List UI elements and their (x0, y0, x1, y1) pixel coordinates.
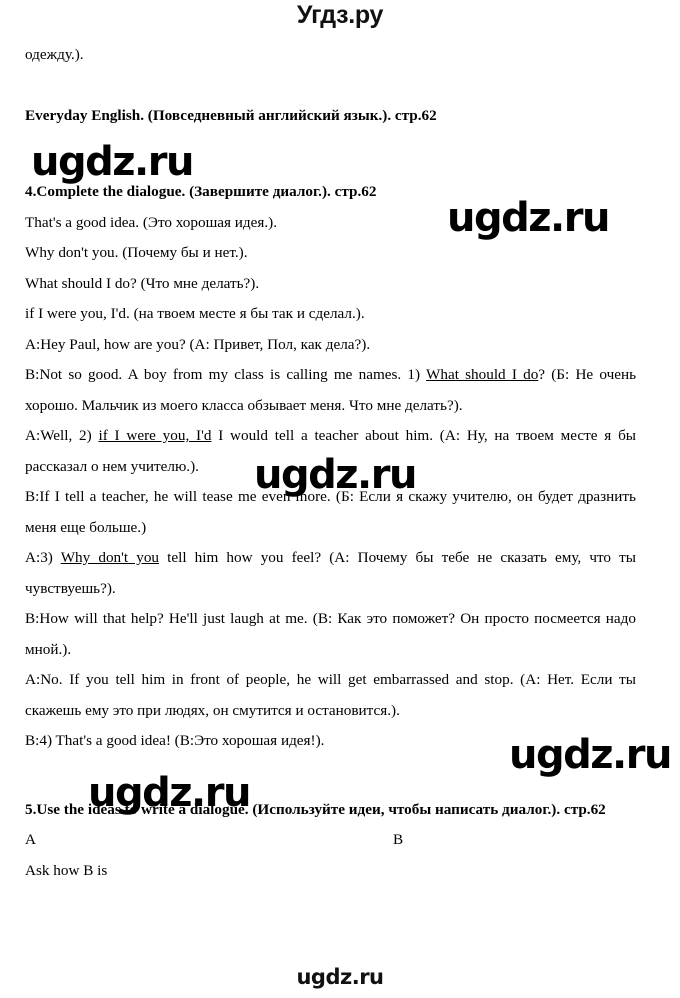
dialogue-text-before: Not so good. A boy from my class is call… (39, 366, 427, 383)
task-5-column-b-label: B (393, 831, 404, 848)
dialogue-answer: What should I do (426, 366, 539, 383)
dialogue-line: A:No. If you tell him in front of people… (25, 665, 636, 726)
task-4-heading: 4.Complete the dialogue. (Завершите диал… (25, 183, 377, 200)
dialogue-text-before: 3) (40, 549, 61, 566)
dialogue-line: B:How will that help? He'll just laugh a… (25, 604, 636, 665)
dialogue-speaker: A: (25, 549, 41, 566)
dialogue-text-before: If I tell a teacher, he will tease me ev… (25, 488, 636, 536)
site-footer-logo: ugdz.ru (296, 965, 384, 989)
dialogue-line: B:Not so good. A boy from my class is ca… (25, 360, 636, 421)
dialogue-speaker: B: (25, 610, 40, 627)
dialogue-text-before: Well, 2) (40, 427, 99, 444)
dialogue-speaker: A: (25, 427, 41, 444)
task-5-first-prompt: Ask how B is (25, 861, 108, 879)
dialogue-speaker: A: (25, 671, 41, 688)
dialogue-speaker: B: (25, 732, 40, 749)
document-body: одежду.). Everyday English. (Повседневны… (25, 40, 636, 886)
dialogue-line: B:4) That's a good idea! (B:Это хорошая … (25, 726, 636, 757)
dialogue-speaker: A: (25, 335, 41, 353)
dialogue-text-before: 4) That's a good idea! (B:Это хорошая ид… (39, 732, 325, 749)
section-heading-everyday-english: Everyday English. (Повседневный английск… (25, 106, 437, 124)
page-canvas: Угдз.ру одежду.). Everyday English. (Пов… (0, 0, 680, 998)
task-4-wordbank-item-4: if I were you, I'd. (на твоем месте я бы… (25, 305, 365, 322)
task-4-wordbank-item-2: Why don't you. (Почему бы и нет.). (25, 244, 248, 261)
task-4-wordbank-item-1: That's a good idea. (Это хорошая идея.). (25, 213, 278, 231)
dialogue-answer: Why don't you (60, 549, 160, 566)
dialogue-line: A:Hey Paul, how are you? (A: Привет, Пол… (25, 330, 636, 361)
task-5-heading: 5.Use the ideas to write a dialogue. (Ис… (25, 800, 606, 818)
dialogue-text-before: No. If you tell him in front of people, … (25, 671, 636, 719)
dialogue-line: A:Well, 2) if I were you, I'd I would te… (25, 421, 636, 482)
dialogue-line: A:3) Why don't you tell him how you feel… (25, 543, 636, 604)
task-4-wordbank-item-3: What should I do? (Что мне делать?). (25, 274, 260, 292)
site-header-logo: Угдз.ру (296, 1, 384, 29)
dialogue-line: B:If I tell a teacher, he will tease me … (25, 482, 636, 543)
carryover-line: одежду.). (25, 46, 84, 63)
task-5-column-a-label: A (25, 831, 36, 848)
dialogue-text-before: How will that help? He'll just laugh at … (25, 610, 636, 658)
dialogue-speaker: B: (25, 366, 40, 383)
dialogue-speaker: B: (25, 488, 40, 505)
task-5-column-headers: A B (25, 825, 636, 856)
dialogue-text-before: Hey Paul, how are you? (A: Привет, Пол, … (40, 335, 371, 353)
dialogue-answer: if I were you, I'd (98, 427, 212, 444)
